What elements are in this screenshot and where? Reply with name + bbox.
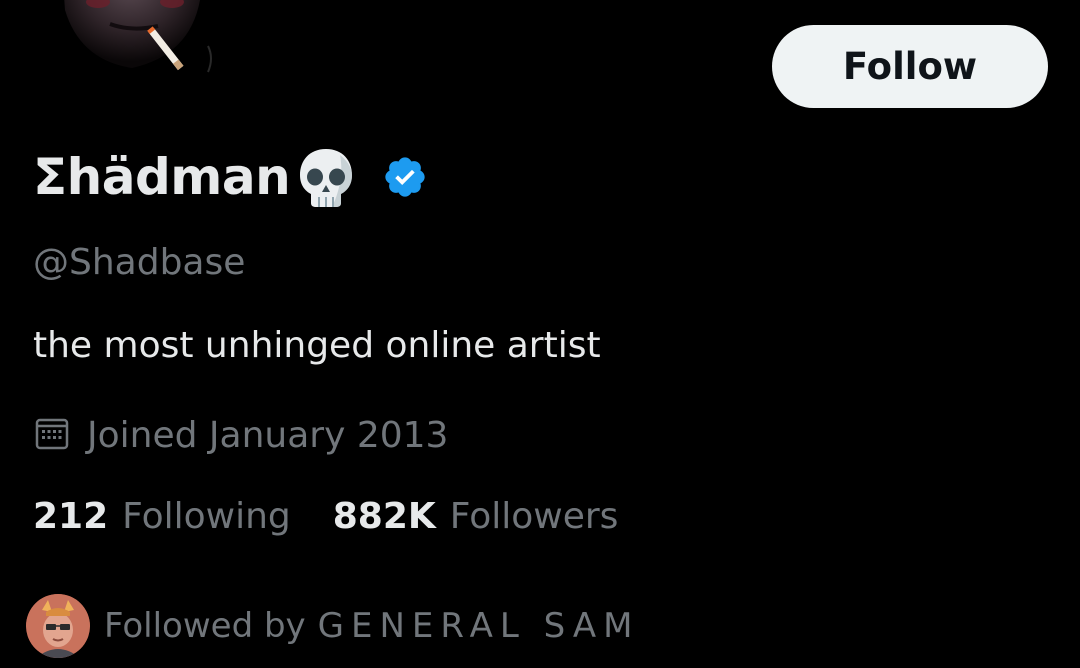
follower-avatar <box>26 594 90 658</box>
profile-avatar[interactable] <box>40 0 220 76</box>
verified-badge-icon[interactable] <box>382 154 428 200</box>
profile-handle: @Shadbase <box>33 242 246 283</box>
follow-stats: 212 Following 882K Followers <box>33 496 618 537</box>
display-name-row: Σhädman <box>33 140 428 214</box>
joined-date-row: Joined January 2013 <box>35 412 448 458</box>
joined-date-text: Joined January 2013 <box>87 414 449 456</box>
display-name: Σhädman <box>33 148 291 206</box>
profile-bio: the most unhinged online artist <box>33 325 601 366</box>
following-stat-link[interactable]: 212 Following <box>33 496 291 537</box>
skull-emoji-icon <box>296 145 356 209</box>
followers-stat-link[interactable]: 882K Followers <box>333 496 619 537</box>
calendar-icon <box>35 416 87 454</box>
following-count: 212 <box>33 496 109 537</box>
followed-by-row[interactable]: Followed by GENERAL SAM <box>26 594 639 658</box>
followers-count: 882K <box>332 496 436 537</box>
followed-by-name[interactable]: GENERAL SAM <box>318 606 640 646</box>
following-label: Following <box>122 496 291 537</box>
profile-avatar-image <box>64 0 212 73</box>
followers-label: Followers <box>449 496 619 537</box>
followed-by-prefix: Followed by <box>104 606 306 646</box>
follow-button[interactable]: Follow <box>772 25 1048 108</box>
